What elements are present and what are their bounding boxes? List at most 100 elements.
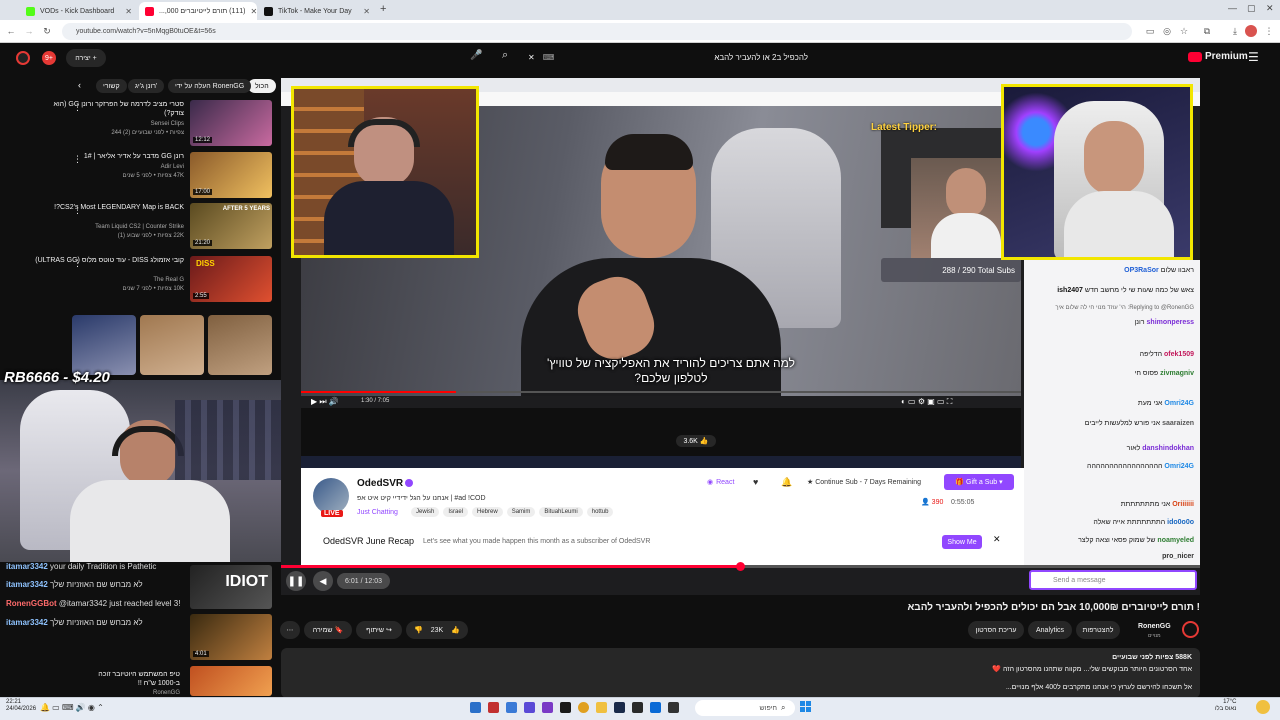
channel-name[interactable]: Team Liquid CS2 | Counter Strike xyxy=(34,223,184,231)
more-vert-icon[interactable]: ⋮ xyxy=(73,205,82,216)
related-video[interactable]: DISS 2:55 קובי אזמולג DISS - עוד טוטס מל… xyxy=(0,254,274,304)
channel-name[interactable]: Sensei Clips xyxy=(34,120,184,128)
short-thumbnail[interactable] xyxy=(140,315,204,375)
save-button[interactable]: שמירה 🔖 xyxy=(304,621,352,639)
taskbar-search[interactable]: חיפוש xyxy=(695,700,795,716)
star-icon[interactable]: ☆ xyxy=(1177,24,1191,38)
video-thumbnail[interactable]: 12:12 xyxy=(190,100,272,146)
window-close-button[interactable]: ✕ xyxy=(1266,3,1274,14)
more-vert-icon[interactable]: ⋮ xyxy=(1262,24,1276,38)
minimize-button[interactable]: — xyxy=(1228,3,1237,13)
edit-video-button[interactable]: עריכת הסרטון xyxy=(968,621,1024,639)
forward-icon[interactable]: → xyxy=(22,24,36,38)
more-vert-icon[interactable]: ⋮ xyxy=(73,102,82,113)
video-thumbnail[interactable]: 17:00 xyxy=(190,152,272,198)
tab-youtube[interactable]: (111) תורם לייטיוברים 000,... ✕ xyxy=(139,2,257,20)
share-button[interactable]: שיתוף ↪ xyxy=(356,621,402,639)
app-icon[interactable] xyxy=(650,702,661,713)
more-actions-button[interactable]: ⋯ xyxy=(280,621,300,639)
video-title[interactable]: קובי אזמולג DISS - עוד טוטס מלוס (ULTRAS… xyxy=(34,256,184,265)
app-icon[interactable] xyxy=(668,702,679,713)
steam-icon[interactable] xyxy=(614,702,625,713)
video-thumbnail[interactable]: DISS 2:55 xyxy=(190,256,272,302)
related-video[interactable]: 12:12 סטרי מציב לדרמה של הפרזקר ורונן GG… xyxy=(0,98,274,148)
create-button[interactable]: יצירה + xyxy=(66,49,106,67)
app-icon[interactable] xyxy=(632,702,643,713)
chrome-icon[interactable] xyxy=(578,702,589,713)
extensions-icon[interactable]: ⧉ xyxy=(1200,24,1214,38)
promote-button[interactable]: להצטרפות xyxy=(1076,621,1120,639)
more-vert-icon[interactable]: ⋮ xyxy=(73,258,82,269)
pause-button[interactable]: ❚❚ xyxy=(286,571,306,591)
video-title[interactable]: טיפ המשתמש היוטיובר זוכה ב-1000 ש"ח !! xyxy=(80,670,180,688)
close-icon[interactable]: ✕ xyxy=(125,7,132,16)
notification-icon[interactable]: 9+ xyxy=(42,51,56,65)
clear-icon[interactable]: ✕ xyxy=(528,53,535,62)
channel-avatar[interactable] xyxy=(16,51,30,65)
channel-name[interactable]: RonenGG xyxy=(80,690,180,696)
menu-icon[interactable]: ☰ xyxy=(1248,50,1259,64)
search-input[interactable]: ✕ ⌨ להכפיל ב2 או להעביר להבא xyxy=(528,49,808,66)
chip-uploaded-by[interactable]: העלה על ידי RonenGG xyxy=(168,79,252,93)
tab-kick-dashboard[interactable]: VODs - Kick Dashboard ✕ xyxy=(20,2,138,20)
profile-avatar[interactable] xyxy=(1245,25,1257,37)
weather-widget[interactable]: 17°C נאוס בלו xyxy=(1215,699,1236,713)
app-icon[interactable] xyxy=(488,702,499,713)
like-dislike-group[interactable]: 👎 23K 👍 xyxy=(406,621,468,639)
like-icon[interactable]: 👍 xyxy=(451,626,460,634)
windows-start-icon[interactable] xyxy=(800,701,812,713)
folder-icon[interactable] xyxy=(596,702,607,713)
react-button: ◉ React xyxy=(707,478,735,487)
taskbar-clock[interactable]: 22:21 24/04/2026 xyxy=(6,699,36,713)
video-title[interactable]: רונן GG מדבר על אדיר אליאר | 1# xyxy=(34,152,184,161)
related-video[interactable]: 17:00 רונן GG מדבר על אדיר אליאר | 1# Ad… xyxy=(0,150,274,200)
close-icon[interactable]: ✕ xyxy=(363,7,370,16)
maximize-button[interactable]: ▢ xyxy=(1247,3,1256,14)
video-thumbnail[interactable]: 4:01 xyxy=(190,614,272,660)
video-thumbnail[interactable]: AFTER 5 YEARS 21:20 xyxy=(190,203,272,249)
video-thumbnail[interactable] xyxy=(190,666,272,696)
short-thumbnail[interactable] xyxy=(72,315,136,375)
app-icon[interactable] xyxy=(560,702,571,713)
chip-related[interactable]: קשורי xyxy=(96,79,127,93)
address-bar[interactable]: youtube.com/watch?v=5nMqgB0tuOE&t=56s xyxy=(62,23,1132,40)
back-icon[interactable]: ← xyxy=(4,24,18,38)
channel-name[interactable]: The Real G xyxy=(34,276,184,284)
tray-icons[interactable]: 🔔 ▭ ⌨ 🔊 ◉ ⌃ xyxy=(40,703,104,712)
app-icon[interactable] xyxy=(470,702,481,713)
tab-tiktok[interactable]: TikTok - Make Your Day ✕ xyxy=(258,2,376,20)
chat-message: הדליפה xyxy=(1139,351,1163,358)
video-title[interactable]: סטרי מציב לדרמה של הפרזקר ורונן GG (הוא … xyxy=(34,100,184,118)
app-icon[interactable] xyxy=(524,702,535,713)
close-icon[interactable]: ✕ xyxy=(251,7,257,16)
app-icon[interactable] xyxy=(506,702,517,713)
cast-icon[interactable]: ▭ xyxy=(1143,24,1157,38)
youtube-premium-logo[interactable]: Premium xyxy=(1188,51,1248,62)
video-thumbnail[interactable]: IDIOT xyxy=(190,565,272,609)
keyboard-icon[interactable]: ⌨ xyxy=(543,53,555,62)
volume-icon[interactable]: ◀ xyxy=(313,571,333,591)
chip-all[interactable]: הכול xyxy=(248,79,276,93)
progress-scrubber[interactable] xyxy=(736,562,745,571)
channel-name[interactable]: RonenGG xyxy=(1138,623,1171,630)
channel-name[interactable]: Adir Levi xyxy=(34,163,184,171)
search-icon[interactable]: ⌕ xyxy=(502,49,520,67)
mic-icon[interactable]: 🎤 xyxy=(470,50,484,64)
new-tab-button[interactable]: + xyxy=(380,3,386,15)
related-video[interactable]: AFTER 5 YEARS 21:20 CS2's Most LEGENDARY… xyxy=(0,201,274,251)
progress-fill[interactable] xyxy=(281,565,740,568)
chat-input[interactable]: Send a message xyxy=(1029,570,1197,590)
short-thumbnail[interactable] xyxy=(208,315,272,375)
download-icon[interactable]: ⤓ xyxy=(1228,24,1242,38)
dislike-icon[interactable]: 👎 xyxy=(414,626,423,634)
eye-off-icon[interactable]: ◎ xyxy=(1160,24,1174,38)
video-title[interactable]: CS2's Most LEGENDARY Map is BACK?! xyxy=(34,203,184,212)
chip-ronen[interactable]: רונן ג'יג' xyxy=(128,79,165,93)
channel-avatar[interactable] xyxy=(1182,621,1199,638)
reload-icon[interactable]: ↻ xyxy=(40,24,54,38)
more-vert-icon[interactable]: ⋮ xyxy=(73,154,82,165)
analytics-button[interactable]: Analytics xyxy=(1028,621,1072,639)
chevron-left-icon[interactable]: ‹ xyxy=(78,80,81,90)
app-icon[interactable] xyxy=(542,702,553,713)
video-description[interactable]: 588K צפיות לפני שבועיים אחד הסרטונים היו… xyxy=(281,648,1200,698)
